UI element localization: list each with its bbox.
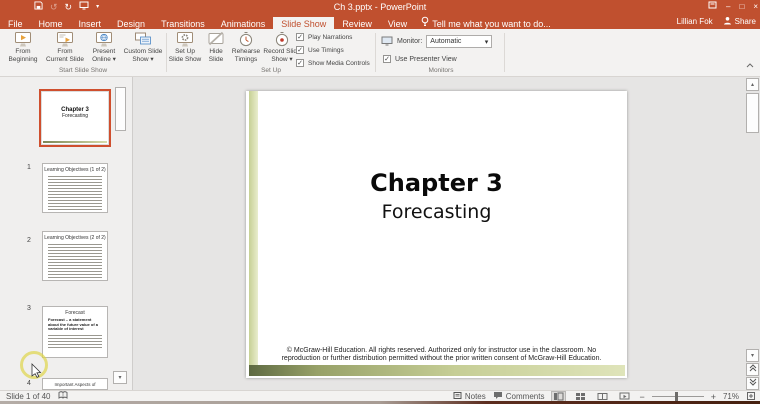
present-online-icon — [88, 31, 120, 48]
status-bar: Slide 1 of 40 Notes Comments − + 71% — [0, 390, 760, 402]
rehearse-timings-icon — [230, 31, 262, 48]
slide-counter[interactable]: Slide 1 of 40 — [6, 392, 50, 401]
mini-text-lines — [48, 334, 102, 349]
mini-slide-accent — [43, 141, 107, 143]
checkbox-checked-icon: ✓ — [383, 55, 391, 63]
group-divider — [166, 33, 167, 72]
group-divider — [375, 33, 376, 72]
collapse-ribbon-button[interactable] — [746, 55, 754, 73]
group-divider — [504, 33, 505, 72]
play-from-beginning-icon — [4, 31, 42, 48]
custom-slide-show-icon — [122, 31, 164, 48]
slide-number: 3 — [27, 305, 31, 312]
slide-title-text[interactable]: Chapter 3 — [246, 169, 627, 197]
window-title: Ch 3.pptx - PowerPoint — [333, 2, 427, 12]
slide-editor-area: Chapter 3 Forecasting © McGraw-Hill Educ… — [134, 77, 760, 390]
restore-button[interactable]: □ — [739, 0, 744, 14]
thumbnail-slide-4[interactable]: Forecast Forecast – a statement about th… — [42, 306, 108, 358]
title-bar: ↺ ↻ ▾ Ch 3.pptx - PowerPoint – □ × — [0, 0, 760, 14]
window-controls: – □ × — [708, 0, 758, 14]
thumbnail-slide-5[interactable]: Important Aspects of — [42, 378, 108, 390]
mini-text-lines — [48, 244, 102, 280]
ribbon-tab-bar: File Home Insert Design Transitions Animation… — [0, 14, 760, 32]
slide-number: 4 — [27, 380, 31, 387]
minimize-button[interactable]: – — [726, 0, 730, 14]
zoom-out-button[interactable]: − — [639, 392, 644, 402]
checkbox-checked-icon: ✓ — [296, 33, 304, 41]
share-label: Share — [734, 17, 756, 26]
slide-copyright-text[interactable]: © McGraw-Hill Education. All rights rese… — [270, 347, 613, 363]
rehearse-timings-button[interactable]: Rehearse Timings — [230, 30, 262, 63]
group-label-set-up: Set Up — [261, 67, 281, 74]
close-button[interactable]: × — [753, 0, 758, 14]
monitor-label: Monitor: — [397, 38, 423, 45]
play-from-current-icon — [44, 31, 86, 48]
checkbox-checked-icon: ✓ — [296, 59, 304, 67]
previous-slide-button[interactable] — [746, 363, 759, 376]
slide-thumbnail-panel: 1 Chapter 3 Forecasting 2 Learning Objec… — [0, 77, 133, 390]
scroll-down-button[interactable]: ▾ — [746, 349, 759, 362]
group-label-start-slide-show: Start Slide Show — [58, 67, 108, 74]
thumbnail-slide-2[interactable]: Learning Objectives (1 of 2) — [42, 163, 108, 213]
thumbnail-scrollbar-thumb[interactable] — [115, 87, 126, 131]
from-current-slide-button[interactable]: From Current Slide — [44, 30, 86, 63]
show-media-controls-checkbox[interactable]: ✓ Show Media Controls — [296, 59, 370, 67]
user-name[interactable]: Lillian Fok — [677, 17, 713, 26]
zoom-in-button[interactable]: + — [711, 392, 716, 402]
person-icon — [723, 16, 732, 27]
dropdown-arrow-icon: ▾ — [289, 55, 293, 63]
hide-slide-button[interactable]: Hide Slide — [203, 30, 229, 63]
group-label-monitors: Monitors — [428, 67, 454, 74]
powerpoint-window: ↺ ↻ ▾ Ch 3.pptx - PowerPoint – □ × File H… — [0, 0, 760, 404]
play-narrations-checkbox[interactable]: ✓ Play Narrations — [296, 33, 352, 41]
share-button[interactable]: Share — [723, 16, 756, 27]
ribbon-display-options-icon[interactable] — [708, 0, 717, 14]
slide-canvas[interactable]: Chapter 3 Forecasting © McGraw-Hill Educ… — [246, 91, 627, 378]
use-presenter-view-checkbox[interactable]: ✓ Use Presenter View — [383, 55, 457, 63]
slide-subtitle-text[interactable]: Forecasting — [246, 201, 627, 223]
hide-slide-icon — [203, 31, 229, 48]
zoom-percentage[interactable]: 71% — [723, 392, 739, 401]
thumbnail-scrollbar-down-button[interactable]: ▾ — [113, 371, 127, 384]
from-beginning-button[interactable]: From Beginning — [4, 30, 42, 63]
chevron-down-icon: ▾ — [484, 38, 489, 46]
workspace: 1 Chapter 3 Forecasting 2 Learning Objec… — [0, 77, 760, 390]
slide-show-ribbon: From Beginning From Current Slide Presen… — [0, 29, 760, 77]
zoom-slider-thumb[interactable] — [674, 392, 678, 401]
slide-number: 1 — [27, 164, 31, 171]
dropdown-arrow-icon: ▾ — [150, 55, 154, 63]
use-timings-checkbox[interactable]: ✓ Use Timings — [296, 46, 344, 54]
dropdown-arrow-icon: ▾ — [112, 55, 116, 63]
zoom-slider[interactable] — [651, 392, 704, 401]
thumbnail-slide-1[interactable]: Chapter 3 Forecasting — [39, 89, 111, 147]
present-online-button[interactable]: Present Online ▾ — [88, 30, 120, 63]
set-up-slide-show-button[interactable]: Set Up Slide Show — [168, 30, 202, 63]
slide-bottom-accent — [249, 365, 625, 376]
custom-slide-show-button[interactable]: Custom Slide Show ▾ — [122, 30, 164, 63]
mini-text-lines — [48, 176, 102, 212]
next-slide-button[interactable] — [746, 377, 759, 390]
monitor-dropdown[interactable]: Automatic ▾ — [426, 35, 493, 48]
thumbnail-slide-3[interactable]: Learning Objectives (2 of 2) — [42, 231, 108, 281]
slide-left-accent — [249, 91, 258, 365]
set-up-slide-show-icon — [168, 31, 202, 48]
monitor-selector: Monitor: Automatic ▾ — [381, 35, 493, 48]
checkbox-checked-icon: ✓ — [296, 46, 304, 54]
editor-scrollbar-thumb[interactable] — [746, 93, 759, 133]
monitor-icon — [381, 36, 393, 48]
scroll-up-button[interactable]: ▴ — [746, 78, 759, 91]
slide-number: 2 — [27, 237, 31, 244]
